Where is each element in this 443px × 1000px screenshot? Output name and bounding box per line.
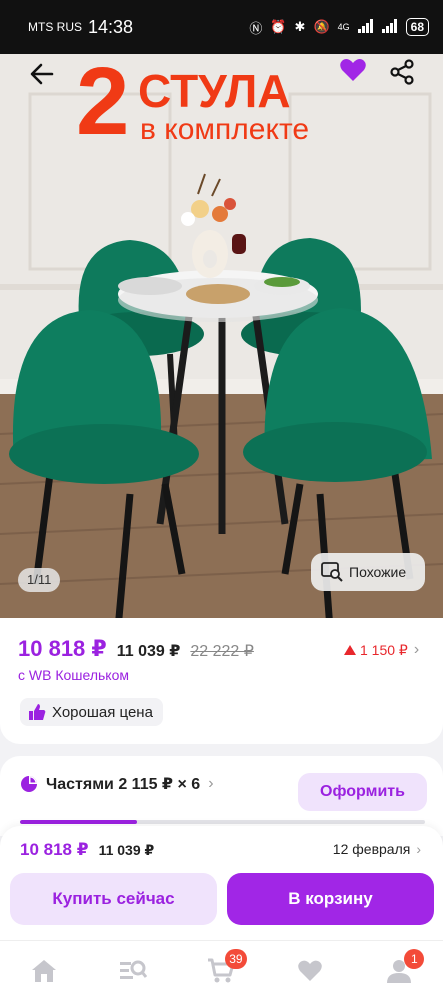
installments-link[interactable]: Частями 2 115 ₽ × 6 › — [20, 774, 214, 794]
alarm-icon: ⏰ — [270, 19, 287, 34]
home-icon — [32, 959, 57, 982]
favorite-button[interactable] — [333, 54, 373, 90]
arrow-left-icon — [30, 63, 54, 85]
good-price-label: Хорошая цена — [52, 703, 153, 721]
price-card: 10 818 ₽ 11 039 ₽ 22 222 ₽ с WB Кошелько… — [0, 618, 443, 744]
status-bar: MTS RUS 14:38 Ⓝ ⏰ ✱ 🔕 4G 68 — [0, 0, 443, 54]
nfc-icon: Ⓝ — [249, 20, 263, 36]
carrier-name: MTS RUS — [28, 20, 82, 34]
installments-progress — [20, 820, 425, 824]
old-price: 22 222 ₽ — [190, 643, 254, 660]
good-price-badge[interactable]: Хорошая цена — [20, 698, 163, 726]
tab-cart[interactable]: 39 — [177, 941, 266, 1000]
delivery-date-link[interactable]: 12 февраля › — [333, 841, 421, 857]
heart-icon — [298, 960, 322, 981]
mute-icon: 🔕 — [313, 19, 330, 34]
bottom-tab-bar: 39 1 — [0, 940, 443, 1000]
similar-button[interactable]: Похожие — [311, 553, 425, 591]
heart-icon — [340, 59, 366, 81]
installments-progress-fill — [20, 820, 138, 824]
regular-price: 11 039 ₽ — [116, 643, 181, 660]
chevron-right-icon: › — [413, 641, 420, 658]
chevron-right-icon: › — [208, 775, 214, 792]
tab-profile[interactable]: 1 — [354, 941, 443, 1000]
catalog-search-icon — [119, 960, 147, 979]
banner-number: 2 — [76, 54, 129, 155]
price-change: 1 150 ₽ — [360, 641, 408, 658]
wallet-note[interactable]: с WB Кошельком — [18, 667, 129, 683]
buy-now-button[interactable]: Купить сейчас — [10, 873, 217, 925]
product-gallery[interactable]: 2 СТУЛА в комплекте 1/11 Похожие — [0, 54, 443, 618]
add-to-cart-button[interactable]: В корзину — [227, 873, 434, 925]
triangle-up-icon — [344, 645, 356, 655]
installments-label: Частями 2 115 ₽ × 6 — [46, 776, 201, 793]
thumbs-up-icon — [29, 704, 46, 720]
tab-catalog[interactable] — [89, 941, 178, 1000]
tab-favorites[interactable] — [266, 941, 355, 1000]
battery-icon: 68 — [405, 18, 429, 36]
image-search-icon — [321, 562, 343, 582]
apply-installments-button[interactable]: Оформить — [298, 773, 427, 811]
price-history-link[interactable]: 1 150 ₽ › — [344, 641, 419, 659]
wallet-price: 10 818 ₽ — [18, 636, 107, 661]
summary-regular-price: 11 039 ₽ — [98, 842, 155, 858]
network-type: 4G — [337, 21, 350, 32]
summary-price-row: 10 818 ₽ 11 039 ₽ — [20, 840, 154, 860]
banner-title: СТУЛА — [138, 65, 291, 117]
product-screen: MTS RUS 14:38 Ⓝ ⏰ ✱ 🔕 4G 68 2 СТУЛА в ко… — [0, 0, 443, 1000]
share-button[interactable] — [382, 54, 422, 92]
bluetooth-icon: ✱ — [294, 19, 306, 34]
signal-icon-2 — [381, 18, 398, 36]
summary-wallet-price: 10 818 ₽ — [20, 840, 89, 859]
similar-label: Похожие — [349, 564, 407, 580]
share-icon — [390, 59, 414, 85]
image-counter: 1/11 — [18, 568, 61, 592]
banner-subtitle: в комплекте — [140, 113, 310, 146]
pie-chart-icon — [21, 776, 37, 792]
status-icons: Ⓝ ⏰ ✱ 🔕 4G 68 — [249, 18, 429, 37]
back-button[interactable] — [22, 54, 62, 94]
chevron-right-icon: › — [416, 841, 421, 857]
delivery-date: 12 февраля — [332, 841, 411, 857]
profile-badge: 1 — [404, 949, 425, 969]
tab-home[interactable] — [0, 941, 89, 1000]
buy-panel: 10 818 ₽ 11 039 ₽ 12 февраля › Купить се… — [0, 826, 443, 940]
cart-badge: 39 — [225, 949, 247, 969]
price-row: 10 818 ₽ 11 039 ₽ 22 222 ₽ — [18, 636, 254, 662]
signal-icon — [357, 18, 374, 36]
promo-banner: 2 СТУЛА в комплекте — [76, 54, 376, 156]
installments-card: Частями 2 115 ₽ × 6 › Оформить — [0, 756, 443, 836]
clock: 14:38 — [88, 16, 134, 37]
